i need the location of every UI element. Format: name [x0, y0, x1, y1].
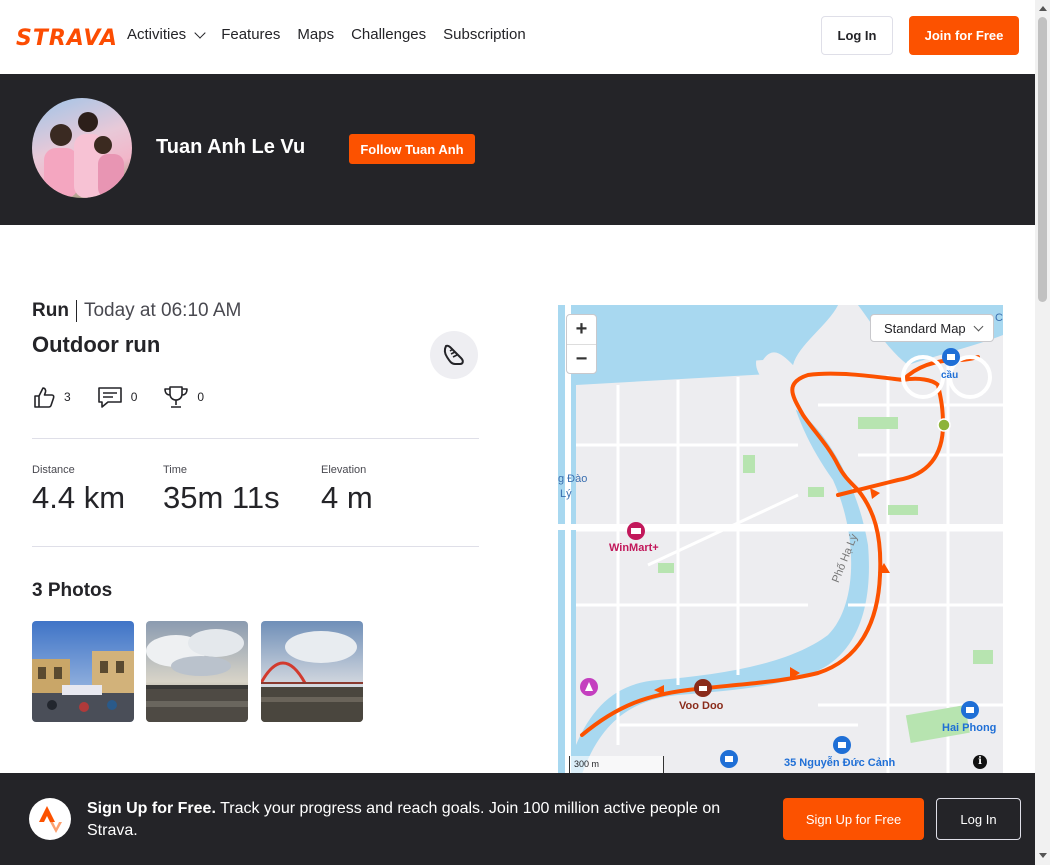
stat-value: 35m 11s: [163, 480, 280, 515]
photo-bridge: [261, 621, 363, 722]
scroll-up-icon[interactable]: [1039, 6, 1047, 11]
nav-subscription[interactable]: Subscription: [443, 26, 526, 43]
signup-headline: Sign Up for Free.: [87, 800, 216, 817]
map-style-label: Standard Map: [884, 320, 966, 336]
zoom-out-button[interactable]: −: [567, 344, 596, 373]
nav-activities-label: Activities: [127, 26, 187, 43]
map-label: g Đào: [558, 473, 588, 485]
signup-banner: Sign Up for Free. Track your progress an…: [0, 773, 1035, 865]
banner-login-button[interactable]: Log In: [936, 798, 1021, 840]
strava-chevron-icon: [39, 806, 62, 833]
athlete-name[interactable]: Tuan Anh Le Vu: [156, 136, 305, 159]
activity-time: Today at 06:10 AM: [83, 300, 242, 321]
info-icon[interactable]: i: [973, 755, 987, 769]
avatar-figure: [78, 112, 98, 132]
strava-mark-icon: [29, 798, 71, 840]
nav-activities[interactable]: Activities: [127, 26, 206, 43]
map-label: C: [995, 312, 1003, 324]
map-label: WinMart+: [609, 542, 659, 554]
chevron-down-icon: [973, 321, 984, 331]
divider: [32, 546, 479, 547]
signup-message: Sign Up for Free. Track your progress an…: [87, 798, 747, 842]
page: STRAVA Activities Features Maps Challeng…: [0, 0, 1050, 865]
comment-button[interactable]: 0: [97, 385, 138, 409]
activity-header: Run Today at 06:10 AM: [32, 300, 241, 322]
stat-label: Elevation: [321, 464, 367, 476]
comment-icon: [97, 387, 122, 408]
scrollbar[interactable]: [1035, 0, 1050, 865]
avatar-figure: [50, 124, 72, 146]
login-button[interactable]: Log In: [821, 16, 893, 55]
trophy-icon: [164, 386, 189, 408]
stat-label: Distance: [32, 464, 75, 476]
stat-label: Time: [163, 464, 188, 476]
thumbs-up-icon: [34, 387, 55, 408]
comment-count: 0: [130, 390, 138, 404]
avatar-figure: [98, 154, 124, 198]
nav-maps[interactable]: Maps: [297, 26, 334, 43]
activity-type: Run: [32, 300, 77, 322]
avatar[interactable]: [32, 98, 132, 198]
top-nav: STRAVA Activities Features Maps Challeng…: [0, 0, 1035, 74]
map-label: Voo Doo: [679, 700, 724, 712]
join-button[interactable]: Join for Free: [909, 16, 1019, 55]
scroll-down-icon[interactable]: [1039, 853, 1047, 858]
nav-challenges[interactable]: Challenges: [351, 26, 426, 43]
athlete-header: Tuan Anh Le Vu Follow Tuan Anh: [0, 74, 1035, 225]
zoom-controls: + −: [566, 314, 597, 374]
activity-title: Outdoor run: [32, 332, 161, 357]
map-label: Hai Phong: [942, 722, 997, 734]
scroll-thumb[interactable]: [1038, 17, 1047, 302]
strava-logo[interactable]: STRAVA: [16, 26, 118, 51]
chevron-down-icon: [194, 26, 206, 39]
photo-river-clouds: [146, 621, 248, 722]
map-style-select[interactable]: Standard Map: [870, 314, 994, 342]
stat-value: 4 m: [321, 480, 373, 515]
avatar-figure: [94, 136, 112, 154]
divider: [32, 438, 479, 439]
photo-thumbnail[interactable]: [32, 621, 134, 722]
zoom-in-button[interactable]: +: [567, 315, 596, 344]
shoe-button[interactable]: [430, 331, 478, 379]
stat-time: Time 35m 11s: [163, 464, 280, 516]
achievements-button[interactable]: 0: [163, 384, 204, 410]
kudos-count: 3: [64, 390, 71, 404]
main-menu: Activities Features Maps Challenges Subs…: [127, 26, 526, 43]
map-label: Lý: [560, 488, 572, 500]
map-label: 35 Nguyễn Đức Cảnh: [784, 757, 896, 769]
photo-thumbnail[interactable]: [146, 621, 248, 722]
map-scale: 300 m: [569, 756, 664, 774]
stat-distance: Distance 4.4 km: [32, 464, 125, 516]
nav-features[interactable]: Features: [221, 26, 280, 43]
avatar-figure: [44, 148, 78, 198]
map-label: cầu: [941, 370, 959, 381]
stat-value: 4.4 km: [32, 480, 126, 515]
follow-button[interactable]: Follow Tuan Anh: [349, 134, 475, 164]
shoe-icon: [443, 344, 464, 365]
stat-elevation: Elevation 4 m: [321, 464, 373, 516]
social-bar: 3 0 0: [32, 384, 204, 410]
signup-button[interactable]: Sign Up for Free: [783, 798, 924, 840]
achievements-count: 0: [197, 390, 205, 404]
photo-thumbnail[interactable]: [261, 621, 363, 722]
route-map[interactable]: + − Standard Map cầu WinMart+ Voo Doo Ph…: [558, 305, 1003, 780]
photo-market: [32, 621, 134, 722]
kudos-button[interactable]: 3: [32, 385, 71, 409]
photos-title: 3 Photos: [32, 580, 113, 601]
